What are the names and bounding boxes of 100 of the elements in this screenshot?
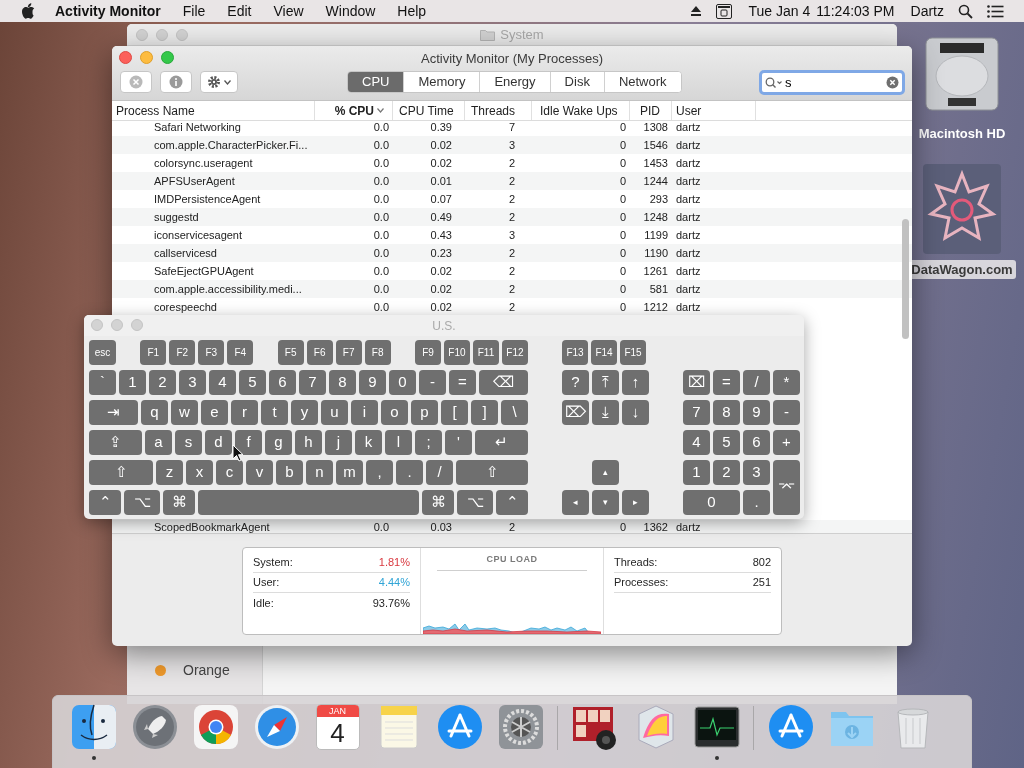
key[interactable]: ▴: [592, 460, 619, 485]
column-header[interactable]: Process Name: [112, 101, 315, 120]
key[interactable]: z: [156, 460, 183, 485]
tab[interactable]: Network: [603, 72, 681, 92]
app-menu[interactable]: Activity Monitor: [55, 0, 161, 22]
menu-item[interactable]: File: [182, 0, 206, 22]
key[interactable]: ⇧: [456, 460, 528, 485]
key[interactable]: F1: [140, 340, 167, 365]
key[interactable]: 6: [743, 430, 770, 455]
key[interactable]: F6: [306, 340, 333, 365]
key[interactable]: ⌘: [163, 490, 195, 515]
sidebar-item[interactable]: Orange: [183, 659, 230, 681]
key[interactable]: a: [145, 430, 172, 455]
key[interactable]: ⌥: [124, 490, 160, 515]
key[interactable]: ⌘: [422, 490, 454, 515]
key[interactable]: F13: [562, 340, 588, 365]
zoom-button[interactable]: [161, 51, 174, 64]
key[interactable]: 1: [683, 460, 710, 485]
key[interactable]: .: [743, 490, 770, 515]
apple-menu-icon[interactable]: [21, 3, 35, 19]
key[interactable]: ⌧: [683, 370, 710, 395]
key[interactable]: F4: [227, 340, 254, 365]
column-header[interactable]: % CPU: [315, 101, 393, 120]
key[interactable]: ◂: [562, 490, 589, 515]
key[interactable]: ⇪: [89, 430, 142, 455]
key[interactable]: 4: [683, 430, 710, 455]
info-button[interactable]: [160, 71, 192, 93]
minimize-button[interactable]: [140, 51, 153, 64]
key[interactable]: 5: [713, 430, 740, 455]
menu-item[interactable]: Window: [325, 0, 376, 22]
key[interactable]: `: [89, 370, 116, 395]
key[interactable]: 2: [713, 460, 740, 485]
key[interactable]: +: [773, 430, 800, 455]
photo-booth-icon[interactable]: [571, 704, 618, 750]
key[interactable]: =: [449, 370, 476, 395]
key[interactable]: F9: [415, 340, 441, 365]
key[interactable]: 4: [209, 370, 236, 395]
key[interactable]: ↵: [475, 430, 528, 455]
action-menu-button[interactable]: [200, 71, 238, 93]
key[interactable]: *: [773, 370, 800, 395]
key[interactable]: f: [235, 430, 262, 455]
key[interactable]: g: [265, 430, 292, 455]
star-pattern-thumbnail[interactable]: [923, 163, 1001, 254]
key[interactable]: ⌥: [457, 490, 493, 515]
key[interactable]: ⌃: [89, 490, 121, 515]
key[interactable]: -: [773, 400, 800, 425]
key[interactable]: v: [246, 460, 273, 485]
key[interactable]: e: [201, 400, 228, 425]
key[interactable]: d: [205, 430, 232, 455]
key[interactable]: F7: [335, 340, 362, 365]
key[interactable]: \: [501, 400, 528, 425]
heart-monitor-icon[interactable]: [693, 704, 740, 750]
column-header[interactable]: User: [672, 101, 756, 120]
key[interactable]: 0: [389, 370, 416, 395]
menu-item[interactable]: View: [273, 0, 304, 22]
key[interactable]: esc: [89, 340, 116, 365]
key[interactable]: F10: [444, 340, 470, 365]
key[interactable]: ⤓: [592, 400, 619, 425]
calendar-icon[interactable]: JAN 4: [315, 704, 360, 750]
key[interactable]: 9: [743, 400, 770, 425]
key[interactable]: h: [295, 430, 322, 455]
key[interactable]: ↑: [622, 370, 649, 395]
keyboard-viewer-icon[interactable]: [716, 3, 733, 19]
key[interactable]: m: [336, 460, 363, 485]
key[interactable]: ⇧: [89, 460, 153, 485]
key[interactable]: F3: [198, 340, 225, 365]
key[interactable]: y: [291, 400, 318, 425]
column-header[interactable]: CPU Time: [393, 101, 465, 120]
key[interactable]: ?: [562, 370, 589, 395]
key[interactable]: ⤒: [592, 370, 619, 395]
key[interactable]: n: [306, 460, 333, 485]
list-icon[interactable]: [987, 4, 1004, 18]
key[interactable]: ⌤: [773, 460, 800, 515]
key[interactable]: F15: [620, 340, 646, 365]
rocket-icon[interactable]: [131, 704, 178, 750]
key[interactable]: ;: [415, 430, 442, 455]
key[interactable]: o: [381, 400, 408, 425]
key[interactable]: ': [445, 430, 472, 455]
key[interactable]: j: [325, 430, 352, 455]
eject-icon[interactable]: [690, 5, 703, 17]
key[interactable]: ⌫: [479, 370, 528, 395]
key[interactable]: [: [441, 400, 468, 425]
menu-clock[interactable]: 11:24:03 PM: [816, 0, 895, 22]
browser-icon[interactable]: [192, 704, 239, 750]
key[interactable]: .: [396, 460, 423, 485]
key[interactable]: 2: [149, 370, 176, 395]
key[interactable]: /: [426, 460, 453, 485]
key[interactable]: k: [355, 430, 382, 455]
key[interactable]: ,: [366, 460, 393, 485]
key[interactable]: F8: [364, 340, 391, 365]
key[interactable]: i: [351, 400, 378, 425]
key[interactable]: 6: [269, 370, 296, 395]
key[interactable]: 8: [329, 370, 356, 395]
key[interactable]: F12: [502, 340, 528, 365]
key[interactable]: p: [411, 400, 438, 425]
key[interactable]: ⇥: [89, 400, 138, 425]
key[interactable]: w: [171, 400, 198, 425]
key[interactable]: u: [321, 400, 348, 425]
clear-search-icon[interactable]: [886, 76, 899, 89]
menu-date[interactable]: Tue Jan 4: [748, 0, 811, 22]
